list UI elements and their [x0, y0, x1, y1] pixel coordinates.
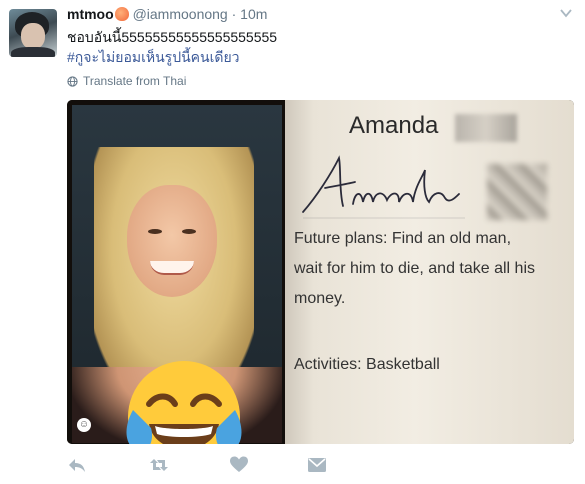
retweet-icon[interactable] — [149, 455, 169, 475]
like-icon[interactable] — [229, 455, 249, 475]
tweet-text: ชอบอันนี้55555555555555555555 #กูจะไม่ยอ… — [67, 27, 277, 67]
tweet-timestamp[interactable]: 10m — [240, 6, 267, 22]
display-name[interactable]: mtmoo — [67, 6, 114, 22]
peach-emoji-icon — [114, 7, 129, 21]
activities-line: Activities: Basketball — [294, 356, 440, 373]
blurred-surname — [455, 114, 517, 142]
reply-icon[interactable] — [67, 455, 87, 475]
future-plans-line-3: money. — [294, 290, 346, 307]
future-plans-line-2: wait for him to die, and take all his — [294, 260, 536, 277]
tweet-actions — [67, 455, 367, 475]
translate-label: Translate from Thai — [83, 74, 187, 88]
globe-icon — [67, 75, 78, 87]
hashtag-link[interactable]: #กูจะไม่ยอมเห็นรูปนี้คนเดียว — [67, 47, 277, 67]
message-icon[interactable] — [307, 455, 327, 475]
handwritten-signature — [302, 155, 465, 219]
translate-link[interactable]: Translate from Thai — [67, 74, 186, 88]
separator-dot: · — [231, 6, 237, 22]
tweet-text-line: ชอบอันนี้55555555555555555555 — [67, 29, 278, 45]
user-avatar[interactable] — [9, 9, 57, 57]
tweet-header: mtmoo @iammoonong · 10m — [67, 6, 267, 22]
yearbook-page: Amanda Future plans: Find an old man, wa… — [285, 100, 574, 444]
future-plans-line-1: Future plans: Find an old man, — [294, 230, 512, 247]
student-name-heading: Amanda — [349, 112, 439, 139]
sticker-icon[interactable]: ☺ — [77, 418, 91, 432]
user-handle[interactable]: @iammoonong — [133, 6, 228, 22]
face-with-tears-of-joy-icon — [126, 361, 242, 444]
tweet-media-image[interactable]: Amanda Future plans: Find an old man, wa… — [67, 100, 574, 444]
chevron-down-icon[interactable] — [559, 6, 573, 20]
